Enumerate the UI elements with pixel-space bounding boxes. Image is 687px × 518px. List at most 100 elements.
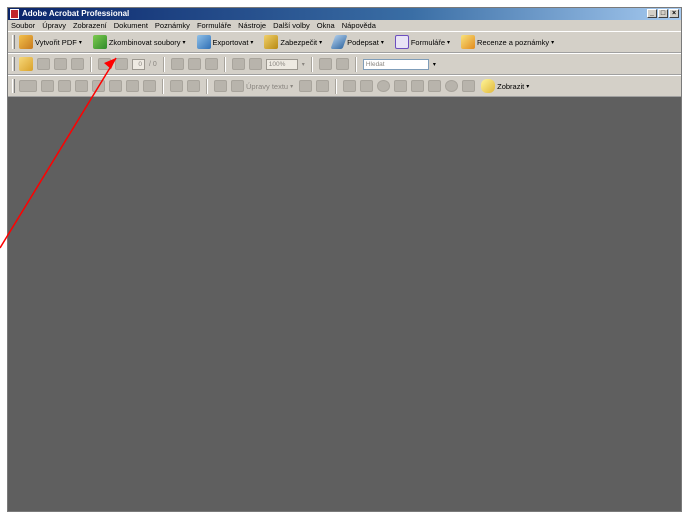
combine-files-button[interactable]: Zkombinovat soubory ▾ bbox=[92, 35, 186, 49]
review-comment-label: Recenze a poznámky bbox=[477, 37, 550, 47]
text-box-icon[interactable] bbox=[316, 80, 330, 92]
text-field-tool-icon[interactable] bbox=[109, 80, 122, 92]
open-folder-icon[interactable] bbox=[19, 57, 33, 71]
text-edits-button[interactable]: Úpravy textu ▾ bbox=[231, 80, 293, 92]
menu-formulare[interactable]: Formuláře bbox=[197, 20, 231, 31]
create-pdf-label: Vytvořit PDF bbox=[35, 37, 77, 47]
fit-width-icon[interactable] bbox=[318, 58, 332, 70]
email-icon[interactable] bbox=[71, 58, 84, 70]
acrobat-app-icon bbox=[10, 9, 19, 19]
combo-box-tool-icon[interactable] bbox=[58, 80, 71, 92]
toolbar-grip[interactable] bbox=[12, 57, 15, 71]
sign-button[interactable]: Podepsat ▾ bbox=[330, 35, 384, 49]
chevron-down-icon: ▾ bbox=[526, 83, 530, 90]
previous-page-icon[interactable] bbox=[98, 58, 111, 70]
chevron-down-icon: ▾ bbox=[182, 39, 186, 46]
menu-dalsi-volby[interactable]: Další volby bbox=[273, 20, 310, 31]
acrobat-window: Adobe Acrobat Professional _ □ × Soubor … bbox=[7, 7, 682, 512]
form-icon bbox=[394, 35, 409, 49]
text-edits-icon bbox=[231, 80, 244, 92]
chevron-down-icon: ▾ bbox=[380, 39, 384, 46]
sign-label: Podepsat bbox=[347, 37, 379, 47]
radio-button-tool-icon[interactable] bbox=[92, 80, 105, 92]
text-edits-label: Úpravy textu bbox=[246, 81, 289, 91]
circle-tool-icon[interactable] bbox=[445, 80, 459, 92]
separator bbox=[162, 56, 165, 72]
create-pdf-icon bbox=[19, 35, 33, 49]
signature-field-icon[interactable] bbox=[143, 80, 156, 92]
combine-files-label: Zkombinovat soubory bbox=[108, 37, 181, 47]
page-count: / 0 bbox=[149, 60, 157, 68]
marquee-zoom-icon[interactable] bbox=[204, 58, 218, 70]
menu-zobrazeni[interactable]: Zobrazení bbox=[73, 20, 107, 31]
chevron-down-icon[interactable]: ▾ bbox=[302, 61, 305, 68]
save-icon[interactable] bbox=[54, 58, 67, 70]
separator bbox=[354, 56, 357, 72]
chevron-down-icon: ▾ bbox=[250, 39, 254, 46]
stamp-icon[interactable] bbox=[299, 80, 313, 92]
list-box-tool-icon[interactable] bbox=[75, 80, 88, 92]
menu-napoveda[interactable]: Nápověda bbox=[342, 20, 376, 31]
comment-icon bbox=[461, 35, 476, 49]
speech-bubble-icon bbox=[481, 79, 496, 93]
edit-document-icon[interactable] bbox=[170, 80, 183, 92]
separator bbox=[90, 56, 92, 72]
separator bbox=[206, 78, 208, 94]
secure-label: Zabezpečit bbox=[280, 37, 318, 47]
pencil-tool-icon[interactable] bbox=[462, 80, 476, 92]
separator bbox=[223, 56, 226, 72]
line-tool-icon[interactable] bbox=[411, 80, 425, 92]
restore-button[interactable]: □ bbox=[658, 9, 668, 18]
forms-label: Formuláře bbox=[410, 37, 446, 47]
rectangle-tool-icon[interactable] bbox=[360, 80, 374, 92]
show-comments-label: Zobrazit bbox=[497, 81, 525, 91]
menu-dokument[interactable]: Dokument bbox=[114, 20, 148, 31]
chevron-down-icon: ▾ bbox=[551, 39, 555, 46]
menu-poznamky[interactable]: Poznámky bbox=[155, 20, 190, 31]
toolbar-grip[interactable] bbox=[12, 35, 15, 49]
document-area[interactable] bbox=[8, 97, 681, 511]
search-input[interactable]: Hledat bbox=[362, 58, 429, 70]
pen-icon bbox=[330, 35, 348, 49]
editing-toolbar: Úpravy textu ▾ Zobrazit ▾ bbox=[8, 75, 681, 97]
menu-okna[interactable]: Okna bbox=[317, 20, 335, 31]
menu-nastroje[interactable]: Nástroje bbox=[238, 20, 266, 31]
minimize-button[interactable]: _ bbox=[647, 9, 657, 18]
review-comment-button[interactable]: Recenze a poznámky ▾ bbox=[461, 35, 554, 49]
secure-button[interactable]: Zabezpečit ▾ bbox=[264, 35, 322, 49]
next-page-icon[interactable] bbox=[115, 58, 128, 70]
callout-icon[interactable] bbox=[343, 80, 357, 92]
lock-icon bbox=[264, 35, 279, 49]
square-tool-icon[interactable] bbox=[428, 80, 442, 92]
export-button[interactable]: Exportovat ▾ bbox=[196, 35, 254, 49]
chevron-down-icon: ▾ bbox=[78, 39, 82, 46]
hand-tool-icon[interactable] bbox=[187, 58, 201, 70]
separator bbox=[310, 56, 313, 72]
zoom-in-icon[interactable] bbox=[248, 58, 262, 70]
export-label: Exportovat bbox=[212, 37, 249, 47]
forms-button[interactable]: Formuláře ▾ bbox=[394, 35, 450, 49]
zoom-out-icon[interactable] bbox=[231, 58, 245, 70]
page-number-input[interactable]: 0 bbox=[132, 58, 145, 70]
file-navigation-toolbar: 0 / 0 100% ▾ Hledat ▾ bbox=[8, 53, 681, 75]
checkbox-tool-icon[interactable] bbox=[41, 80, 54, 92]
ok-field-icon[interactable] bbox=[19, 80, 37, 92]
toolbar-grip[interactable] bbox=[12, 79, 15, 93]
zoom-level-field[interactable]: 100% bbox=[265, 58, 298, 70]
menu-soubor[interactable]: Soubor bbox=[11, 20, 35, 31]
chevron-down-icon[interactable]: ▾ bbox=[433, 61, 436, 68]
close-button[interactable]: × bbox=[669, 9, 679, 18]
create-pdf-button[interactable]: Vytvořit PDF ▾ bbox=[19, 35, 82, 49]
button-tool-icon[interactable] bbox=[126, 80, 139, 92]
oval-tool-icon[interactable] bbox=[377, 80, 391, 92]
chevron-down-icon: ▾ bbox=[319, 39, 323, 46]
print-icon[interactable] bbox=[37, 58, 50, 70]
select-tool-icon[interactable] bbox=[170, 58, 184, 70]
menu-bar: Soubor Úpravy Zobrazení Dokument Poznámk… bbox=[8, 20, 681, 31]
edit-object-icon[interactable] bbox=[187, 80, 200, 92]
fit-page-icon[interactable] bbox=[335, 58, 349, 70]
menu-upravy[interactable]: Úpravy bbox=[42, 20, 66, 31]
show-comments-button[interactable]: Zobrazit ▾ bbox=[481, 79, 529, 93]
arrow-tool-icon[interactable] bbox=[394, 80, 408, 92]
sticky-note-icon[interactable] bbox=[214, 80, 227, 92]
